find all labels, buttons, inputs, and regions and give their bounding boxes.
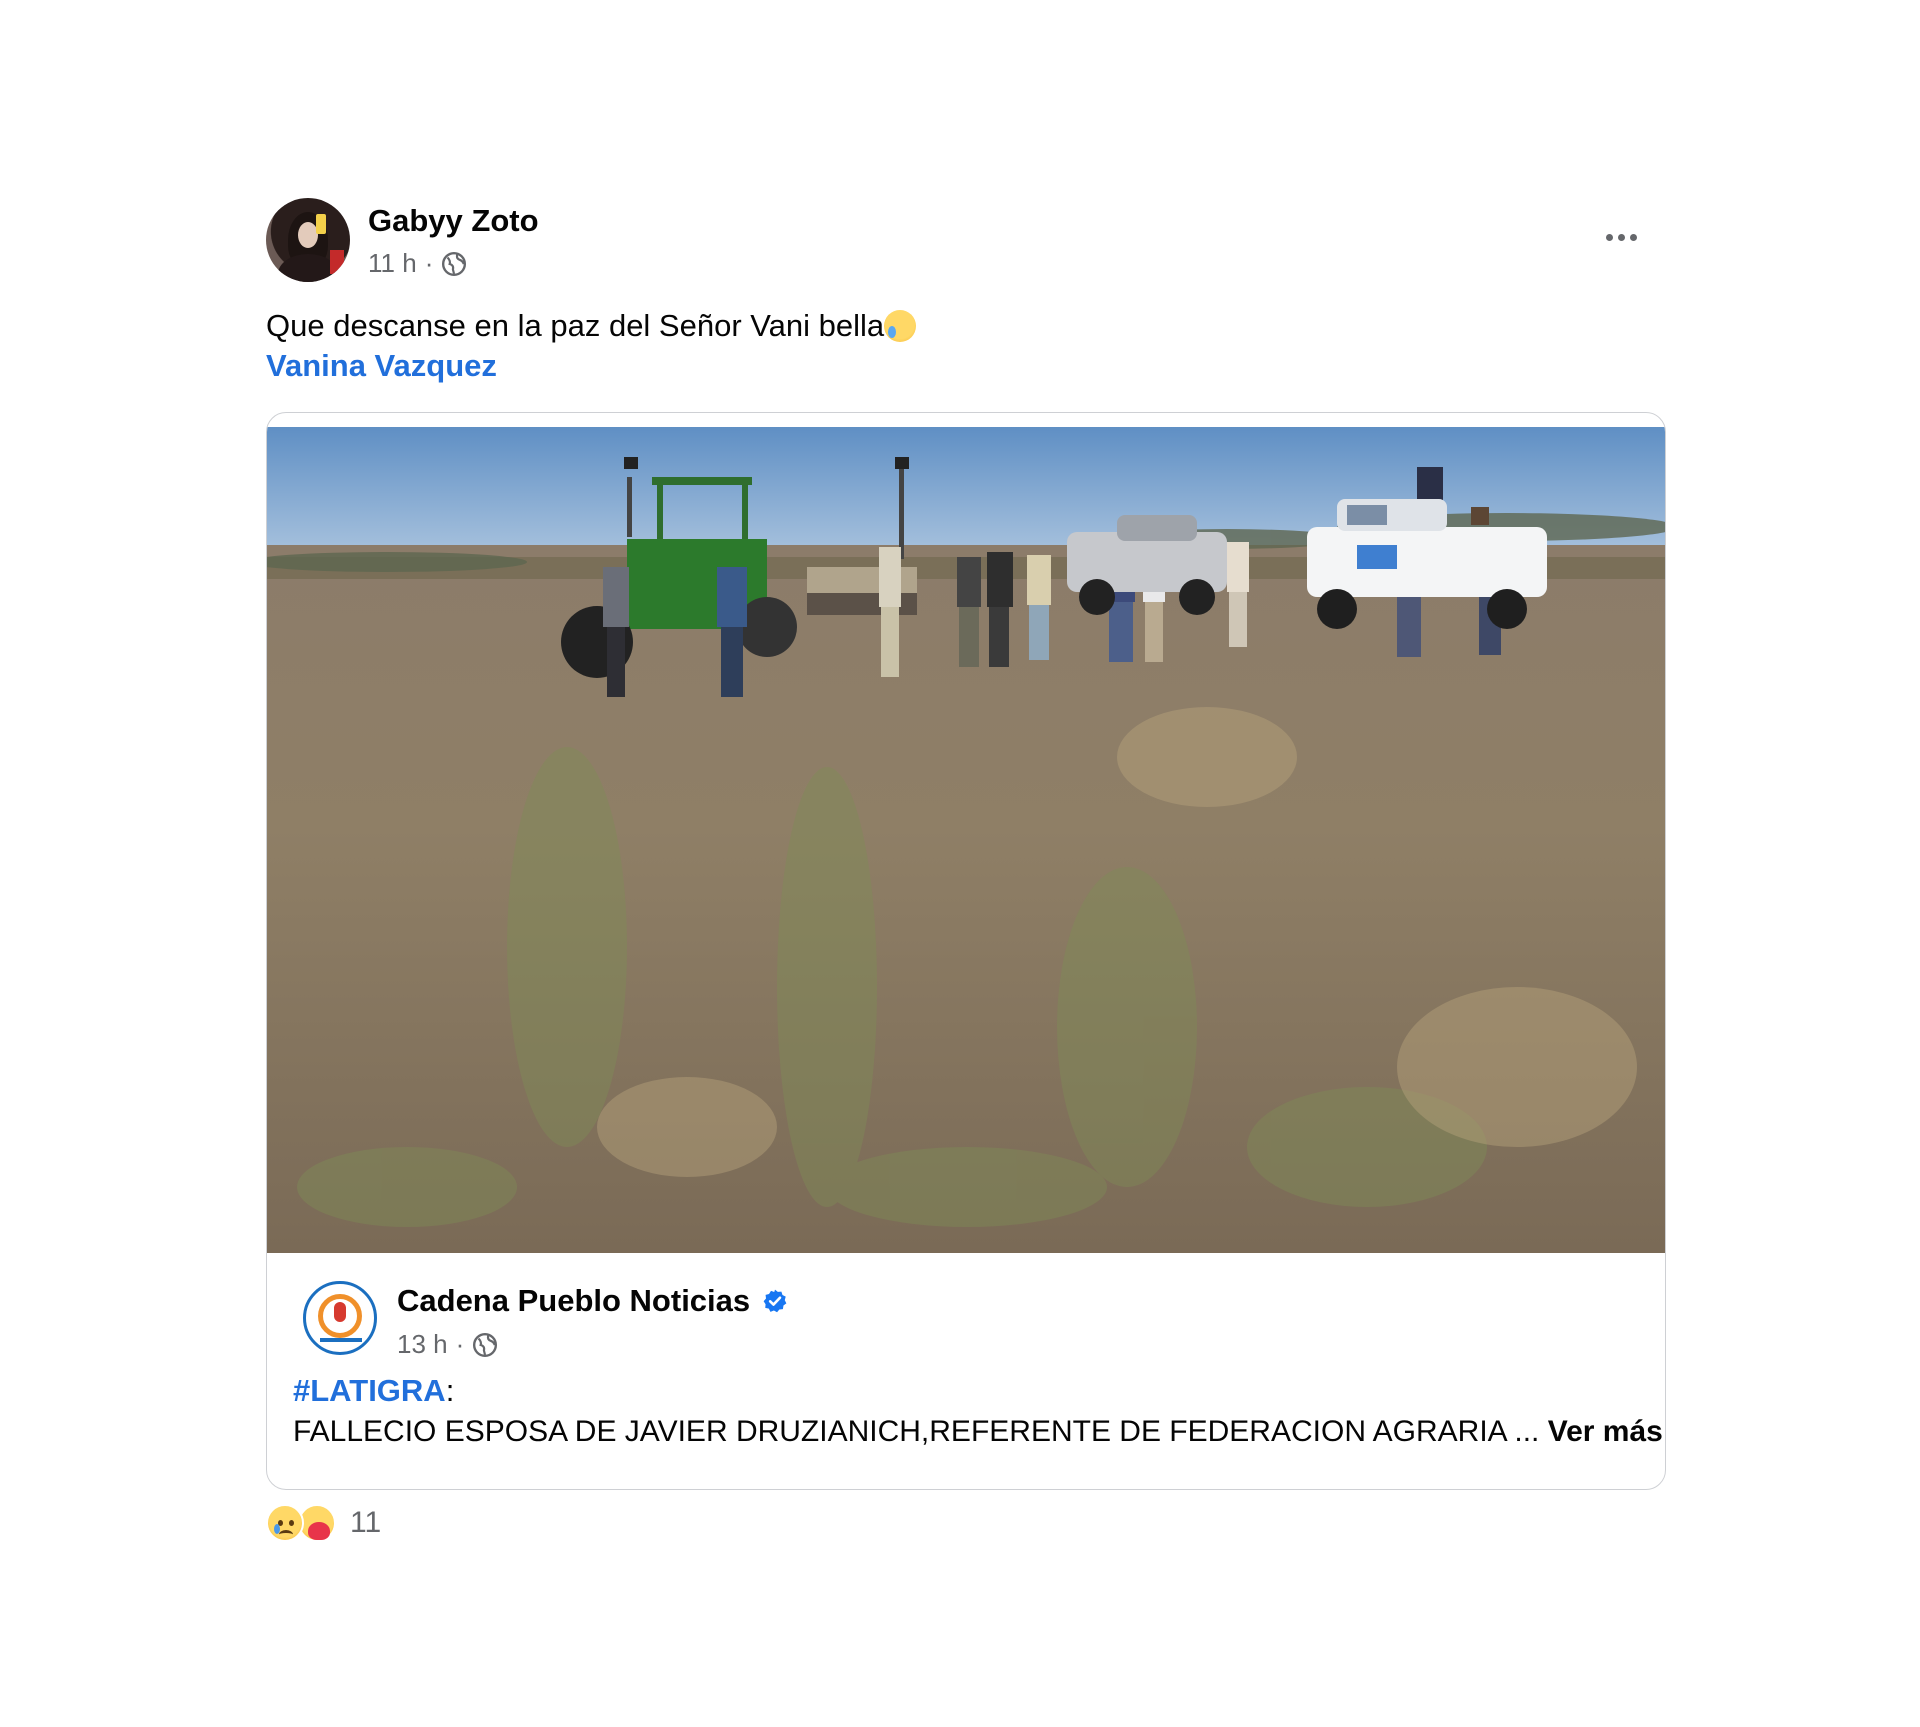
facebook-post: Gabyy Zoto 11 h · Que descanse en la paz… (0, 0, 1920, 1727)
sad-reaction-icon (266, 1504, 304, 1542)
page-name[interactable]: Cadena Pueblo Noticias (397, 1283, 750, 1319)
author-name[interactable]: Gabyy Zoto (368, 203, 539, 239)
hashtag-link[interactable]: #LATIGRA (293, 1373, 446, 1408)
reaction-count[interactable]: 11 (350, 1506, 381, 1540)
shared-post-time[interactable]: 13 h (397, 1329, 448, 1360)
shared-post-photo[interactable] (267, 427, 1665, 1253)
reaction-summary[interactable]: 11 (266, 1504, 381, 1542)
shared-post-text: FALLECIO ESPOSA DE JAVIER DRUZIANICH,REF… (293, 1415, 1663, 1449)
post-meta: 11 h · (368, 248, 467, 279)
globe-icon (473, 1332, 498, 1357)
see-more-link[interactable]: Ver más (1548, 1415, 1663, 1448)
page-logo[interactable] (303, 1281, 377, 1355)
shared-post-meta: 13 h · (397, 1329, 498, 1360)
more-options-icon[interactable] (1598, 222, 1644, 252)
shared-post-footer: Cadena Pueblo Noticias 13 h · #LATIGRA: … (267, 1253, 1665, 1489)
globe-icon (442, 251, 467, 276)
post-time[interactable]: 11 h (368, 248, 417, 279)
mention-link[interactable]: Vanina Vazquez (266, 348, 497, 384)
page-name-row: Cadena Pueblo Noticias (397, 1283, 788, 1319)
post-text: Que descanse en la paz del Señor Vani be… (266, 306, 917, 346)
shared-headline: FALLECIO ESPOSA DE JAVIER DRUZIANICH,REF… (293, 1415, 1548, 1448)
crying-face-emoji (884, 310, 917, 342)
author-avatar[interactable] (266, 198, 350, 282)
meta-separator: · (455, 1329, 465, 1359)
hashtag-line: #LATIGRA: (293, 1373, 454, 1409)
verified-badge-icon (763, 1289, 787, 1313)
hashtag-suffix: : (445, 1373, 455, 1408)
meta-separator: · (424, 248, 434, 278)
shared-post-card[interactable]: Cadena Pueblo Noticias 13 h · #LATIGRA: … (266, 412, 1666, 1490)
post-body: Que descanse en la paz del Señor Vani be… (266, 308, 885, 343)
